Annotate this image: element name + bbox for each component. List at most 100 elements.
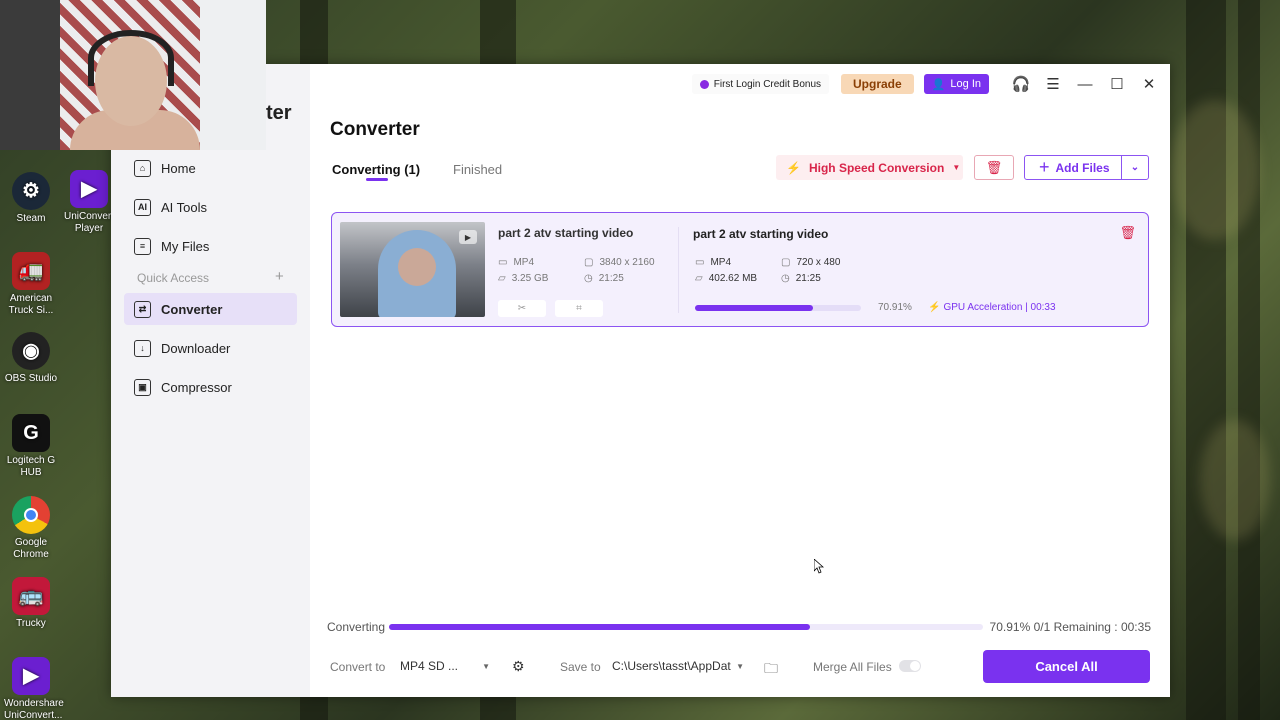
video-icon: ▭	[498, 257, 508, 268]
convert-to-label: Convert to	[330, 660, 386, 674]
desktop-icon-uniconverter-player[interactable]: ▶ UniConverter Player	[64, 170, 123, 235]
overall-progress-text: 70.91% 0/1 Remaining : 00:35	[989, 620, 1151, 634]
desktop-icon-trucky[interactable]: 🚌 Trucky	[4, 577, 58, 630]
merge-all-files-label: Merge All Files	[813, 660, 892, 674]
cancel-all-button[interactable]: Cancel All	[983, 650, 1150, 683]
source-size-value: 3.25 GB	[511, 273, 549, 284]
truck-icon: 🚛	[12, 252, 50, 290]
uniconverter-window: ter ⌂ Home AI AI Tools ≡ My Files Quick …	[111, 64, 1170, 697]
tab-converting[interactable]: Converting (1)	[332, 162, 420, 177]
desktop-icon-label: American Truck Si...	[8, 293, 54, 316]
play-icon[interactable]: ▶	[459, 230, 477, 244]
desktop-icon-steam[interactable]: ⚙ Steam	[4, 172, 58, 225]
scissors-icon: ✂	[517, 303, 527, 314]
bonus-icon	[699, 79, 709, 89]
save-to-label: Save to	[560, 660, 601, 674]
task-progress-bar	[695, 305, 861, 311]
desktop-icon-label: OBS Studio	[4, 373, 58, 384]
folder-icon: ▱	[695, 273, 703, 284]
desktop-icon-american-truck[interactable]: 🚛 American Truck Si...	[4, 252, 58, 317]
sidebar-item-label: AI Tools	[161, 199, 208, 215]
trim-button[interactable]: ✂	[498, 300, 546, 317]
desktop-icon-logitech[interactable]: G Logitech G HUB	[4, 414, 58, 479]
caret-down-icon: ▼	[482, 661, 490, 671]
credit-bonus-badge[interactable]: First Login Credit Bonus	[691, 74, 830, 94]
output-resolution: ▢ 720 x 480	[781, 257, 840, 268]
task-progress-fill	[695, 305, 813, 311]
trash-icon: 🗑	[985, 159, 1003, 175]
maximize-icon[interactable]: ☐	[1106, 73, 1128, 95]
sidebar-item-home[interactable]: ⌂ Home	[124, 152, 297, 184]
support-headset-icon[interactable]: 🎧	[1010, 73, 1032, 95]
chevron-down-icon[interactable]: ⌄	[1122, 162, 1148, 173]
window-topbar: First Login Credit Bonus Upgrade 👤 Log I…	[691, 73, 1170, 95]
menu-icon[interactable]: ☰	[1042, 73, 1064, 95]
sidebar-item-converter[interactable]: ⇄ Converter	[124, 293, 297, 325]
sidebar-item-label: Compressor	[161, 379, 232, 395]
delete-all-button[interactable]: 🗑	[974, 155, 1014, 180]
lightning-icon: ⚡	[928, 302, 941, 313]
resolution-icon: ▢	[584, 257, 594, 268]
output-resolution-value: 720 x 480	[796, 257, 841, 268]
wondershare-icon: ▶	[12, 657, 50, 695]
status-label: Converting	[327, 620, 386, 634]
desktop-icon-label: Steam	[16, 213, 46, 224]
login-button[interactable]: 👤 Log In	[923, 74, 989, 94]
credit-bonus-label: First Login Credit Bonus	[713, 78, 822, 90]
desktop-icon-label: Logitech G HUB	[6, 455, 56, 478]
page-title: Converter	[330, 119, 420, 140]
video-thumbnail[interactable]: ▶	[340, 222, 485, 317]
caret-down-icon: ▼	[736, 661, 744, 671]
high-speed-conversion-button[interactable]: ⚡ High Speed Conversion ▼	[776, 155, 963, 180]
output-size-value: 402.62 MB	[708, 273, 758, 284]
sidebar-item-label: Home	[161, 160, 196, 176]
upgrade-button[interactable]: Upgrade	[841, 74, 914, 94]
convert-to-select[interactable]: MP4 SD ... ▼	[394, 653, 496, 679]
conversion-task-card: ▶ part 2 atv starting video ▭ MP4 ▢ 3840 x…	[331, 212, 1149, 327]
add-files-button[interactable]: + Add Files ⌄	[1024, 155, 1149, 180]
sidebar-item-compressor[interactable]: ▣ Compressor	[124, 371, 297, 403]
overall-progress-fill	[389, 624, 811, 630]
merge-all-files-toggle[interactable]	[899, 660, 921, 672]
source-file-name: part 2 atv starting video	[498, 226, 634, 240]
output-duration: ◷ 21:25	[781, 273, 821, 284]
home-icon: ⌂	[134, 159, 151, 177]
sidebar-item-label: Downloader	[161, 340, 231, 356]
desktop-icon-label: Trucky	[16, 618, 46, 629]
source-size: ▱ 3.25 GB	[498, 273, 548, 284]
save-to-select[interactable]: C:\Users\tasst\AppDat ▼	[606, 653, 750, 679]
sidebar-item-my-files[interactable]: ≡ My Files	[124, 230, 297, 262]
webcam-overlay	[0, 0, 266, 150]
my-files-icon: ≡	[134, 237, 151, 255]
close-icon[interactable]: ✕	[1138, 73, 1160, 95]
uniconverter-player-icon: ▶	[70, 170, 108, 208]
brand-title: ter	[266, 102, 292, 124]
add-files-label: Add Files	[1055, 160, 1110, 175]
sidebar-item-ai-tools[interactable]: AI AI Tools	[124, 191, 297, 223]
quick-access-add-icon[interactable]: +	[275, 268, 284, 285]
main-panel: First Login Credit Bonus Upgrade 👤 Log I…	[310, 64, 1170, 697]
output-size: ▱ 402.62 MB	[695, 273, 757, 284]
gpu-acceleration-label: GPU Acceleration | 00:33	[943, 302, 1056, 313]
desktop-icon-wondershare[interactable]: ▶ Wondershare UniConvert...	[4, 657, 64, 720]
source-duration: ◷ 21:25	[584, 273, 624, 284]
desktop-icon-chrome[interactable]: Google Chrome	[4, 496, 58, 561]
output-format-value: MP4	[710, 257, 732, 268]
source-format-value: MP4	[513, 257, 535, 268]
compressor-icon: ▣	[134, 378, 151, 396]
desktop-icon-obs[interactable]: ◉ OBS Studio	[4, 332, 58, 385]
steam-icon: ⚙	[12, 172, 50, 210]
tab-finished[interactable]: Finished	[453, 162, 502, 177]
delete-task-icon[interactable]: 🗑	[1119, 225, 1136, 241]
bottom-toolbar: Convert to MP4 SD ... ▼ ⚙ Save to C:\Use…	[310, 650, 1170, 686]
toggle-knob	[910, 661, 920, 671]
overall-progress-bar	[389, 624, 983, 630]
format-settings-icon[interactable]: ⚙	[512, 658, 525, 675]
login-label: Log In	[950, 78, 981, 90]
open-folder-icon[interactable]: 🗀	[764, 658, 778, 682]
crop-button[interactable]: ⌗	[555, 300, 603, 317]
save-to-value: C:\Users\tasst\AppDat	[612, 659, 731, 673]
plus-icon: +	[1039, 157, 1050, 177]
sidebar-item-downloader[interactable]: ↓ Downloader	[124, 332, 297, 364]
minimize-icon[interactable]: —	[1074, 73, 1096, 95]
